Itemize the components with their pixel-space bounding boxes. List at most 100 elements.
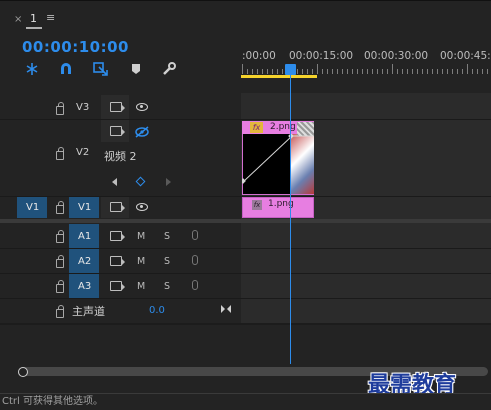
row-divider [0,298,241,299]
ruler-tick [347,69,348,74]
ruler-tick [372,69,373,74]
ruler-tick [407,69,408,74]
previous-keyframe-icon[interactable] [112,178,117,186]
row-divider [0,273,241,274]
track-label-a2: A2 [78,256,92,267]
ruler-tick [317,64,318,74]
ruler-tick [427,69,428,74]
toggle-sync-lock-icon[interactable] [110,102,125,112]
mute-button[interactable]: M [137,231,145,242]
toggle-sync-lock-icon[interactable] [110,231,125,241]
ruler-tick [462,69,463,74]
ruler-tick [297,69,298,74]
panel-menu-icon[interactable]: ≡ [46,11,55,24]
ruler-tick [247,69,248,74]
zoom-scroll-handle[interactable] [18,367,28,377]
solo-button[interactable]: S [164,281,170,292]
ruler-tick [272,69,273,74]
ruler-tick [382,69,383,74]
ruler-tick [477,69,478,74]
ruler-label: 00:00:15:00 [289,50,354,62]
track-label-a3: A3 [78,281,92,292]
status-bar: Ctrl 可获得其他选项。 [0,393,491,409]
ruler-tick [262,69,263,74]
playhead-line[interactable] [290,75,291,365]
eye-hidden-icon[interactable] [134,124,150,143]
track-label-v1: V1 [78,202,92,213]
row-divider [0,248,241,249]
video-audio-divider[interactable] [0,219,241,223]
lock-icon[interactable] [56,102,64,115]
ruler-tick [402,69,403,74]
ruler-tick [302,69,303,74]
fx-badge: fx [252,200,262,210]
ruler-tick [327,69,328,74]
source-label-v1: V1 [26,202,40,213]
voiceover-record-icon[interactable] [192,280,198,290]
ruler-tick [267,69,268,74]
linked-selection-icon[interactable] [93,61,109,77]
ruler-tick [467,64,468,74]
row-divider [241,119,491,120]
ruler-tick [422,69,423,74]
ruler-tick [392,64,393,74]
video-audio-divider [241,219,491,223]
ruler-tick [437,69,438,74]
lock-icon[interactable] [56,305,64,318]
jump-to-edit-icon[interactable] [220,300,232,319]
empty-area [0,325,491,364]
next-keyframe-icon[interactable] [166,178,171,186]
voiceover-record-icon[interactable] [192,230,198,240]
add-marker-icon[interactable] [128,61,144,77]
ruler-tick [482,69,483,74]
toggle-sync-lock-icon[interactable] [110,281,125,291]
lock-icon[interactable] [56,280,64,293]
row-divider [241,273,491,274]
wrench-settings-icon[interactable] [161,61,177,77]
track-name-v2[interactable]: 视频 2 [104,148,137,164]
row-divider [241,248,491,249]
ruler-tick [487,69,488,74]
solo-button[interactable]: S [164,231,170,242]
ruler-tick [242,64,243,74]
ruler-tick [322,69,323,74]
clip-name: 2.png [270,122,296,132]
ruler-tick [252,69,253,74]
toggle-sync-lock-icon[interactable] [110,202,125,212]
toggle-sync-lock-icon[interactable] [110,256,125,266]
ruler-label: :00:00 [242,50,276,62]
master-volume-value[interactable]: 0.0 [149,305,165,316]
lock-icon[interactable] [56,201,64,214]
toggle-output-eye-icon[interactable] [136,203,148,211]
toggle-sync-lock-icon[interactable] [110,126,125,136]
opacity-keyframe-line[interactable] [242,134,314,196]
ruler-tick [352,69,353,74]
lock-icon[interactable] [56,255,64,268]
playhead-timecode[interactable]: 00:00:10:00 [22,38,129,56]
in-out-range-bar[interactable] [241,75,317,78]
track-label-v3: V3 [76,102,90,113]
lock-icon[interactable] [56,230,64,243]
voiceover-record-icon[interactable] [192,255,198,265]
toggle-output-eye-icon[interactable] [136,103,148,111]
ruler-tick [447,69,448,74]
sequence-tab[interactable]: 1 [30,12,37,25]
mute-button[interactable]: M [137,256,145,267]
playhead-handle[interactable] [285,64,296,75]
solo-button[interactable]: S [164,256,170,267]
ruler-tick [332,69,333,74]
ruler-tick [367,69,368,74]
ruler-label: 00:00:30:00 [364,50,429,62]
ruler-tick [452,69,453,74]
nest-sequence-icon[interactable] [24,61,40,77]
ruler-tick [257,69,258,74]
lock-icon[interactable] [56,147,64,160]
ruler-tick [472,69,473,74]
ruler-tick [337,69,338,74]
close-tab-icon[interactable]: × [14,14,22,25]
mute-button[interactable]: M [137,281,145,292]
master-track-label: 主声道 [72,305,105,318]
fx-badge: fx [250,122,263,133]
ruler-label: 00:00:45:00 [440,50,491,62]
snap-magnet-icon[interactable] [58,61,74,77]
